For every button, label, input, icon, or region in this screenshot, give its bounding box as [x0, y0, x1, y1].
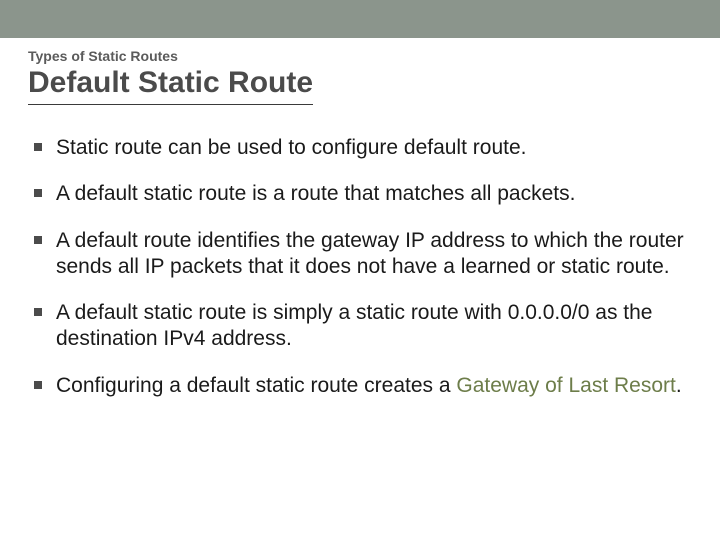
slide-kicker: Types of Static Routes	[28, 48, 692, 64]
slide-content: Types of Static Routes Default Static Ro…	[0, 38, 720, 399]
bullet-text-suffix: .	[676, 374, 682, 397]
header-bar	[0, 0, 720, 38]
bullet-text-prefix: Configuring a default static route creat…	[56, 374, 456, 397]
bullet-text: A default route identifies the gateway I…	[56, 229, 684, 278]
list-item: Configuring a default static route creat…	[34, 373, 686, 399]
bullet-text: A default static route is a route that m…	[56, 182, 575, 205]
list-item: A default route identifies the gateway I…	[34, 228, 686, 281]
slide-title: Default Static Route	[28, 66, 313, 105]
list-item: A default static route is simply a stati…	[34, 300, 686, 353]
highlight-term: Gateway of Last Resort	[456, 374, 675, 397]
bullet-text: A default static route is simply a stati…	[56, 301, 652, 350]
list-item: Static route can be used to configure de…	[34, 135, 686, 161]
bullet-list: Static route can be used to configure de…	[34, 135, 686, 399]
bullet-text: Static route can be used to configure de…	[56, 136, 526, 159]
list-item: A default static route is a route that m…	[34, 181, 686, 207]
